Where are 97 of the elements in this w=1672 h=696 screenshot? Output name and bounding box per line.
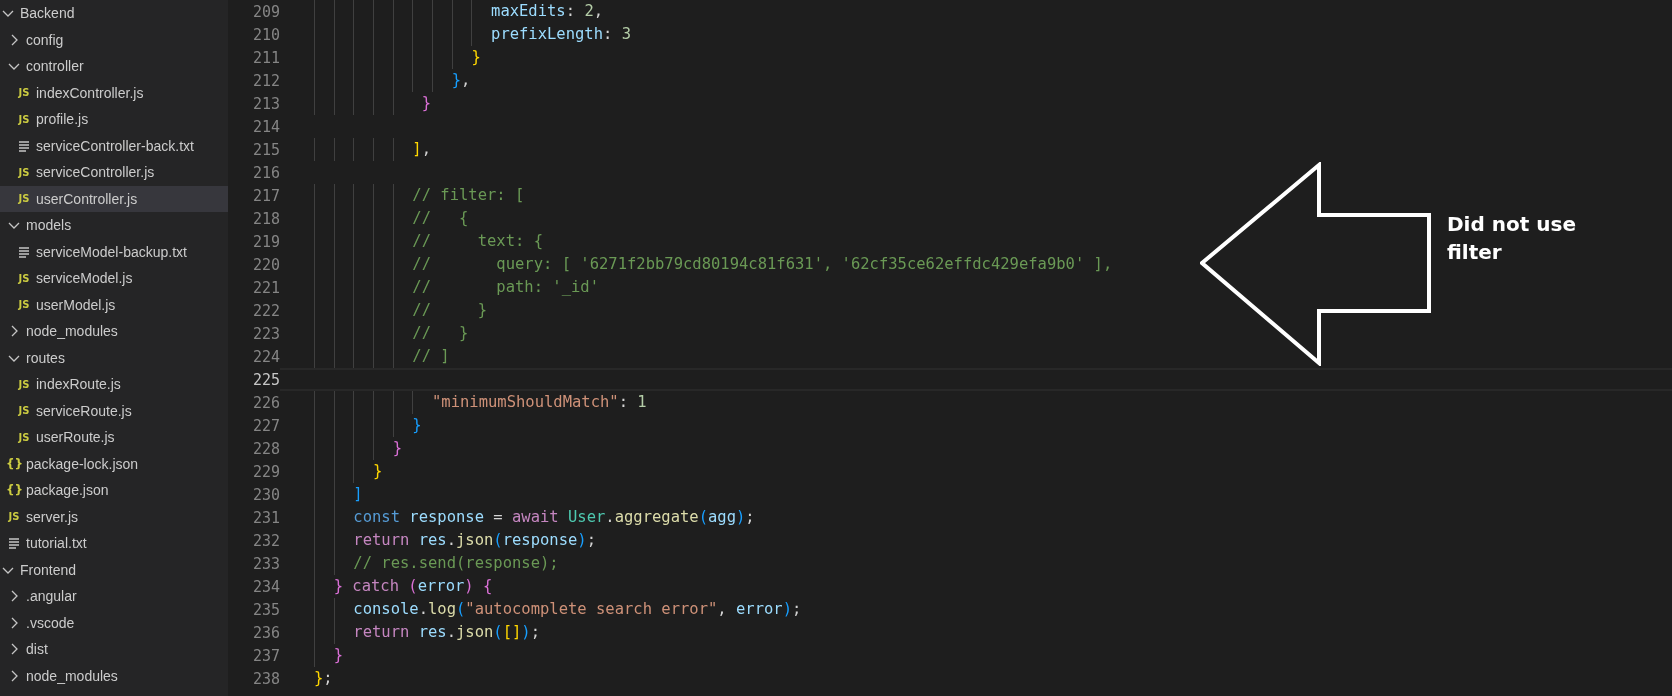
line-number: 213 [251,94,280,113]
line-number: 216 [251,163,280,182]
line-number: 217 [251,186,280,205]
code-line: prefixLength: 3 [491,24,632,45]
js-file-icon: JS [16,87,32,99]
code-line: "minimumShouldMatch": 1 [432,392,647,413]
line-number: 209 [251,2,280,21]
code-line: // res.send(response); [353,553,559,574]
line-number: 236 [251,623,280,642]
js-file-icon: JS [16,166,32,178]
code-line: return res.json([]); [353,622,541,643]
code-line: // ] [412,346,450,367]
js-file-icon: JS [16,193,32,205]
code-line: } [392,438,403,459]
line-number: 237 [251,646,280,665]
tree-item[interactable]: JS userModel.js [0,291,228,318]
code-line: } [333,645,343,666]
code-line: } [373,461,383,482]
line-number: 220 [251,255,280,274]
line-number: 229 [251,462,280,481]
json-file-icon: {} [6,483,22,498]
code-line: // text: { [412,231,543,252]
tree-item[interactable]: tutorial.txt [0,530,228,557]
code-line: // } [412,323,469,344]
code-line: // filter: [ [412,185,525,206]
tree-item[interactable]: JS userController.js [0,185,228,212]
line-number: 219 [251,232,280,251]
code-line: // { [412,208,469,229]
js-file-icon: JS [16,405,32,417]
line-number: 215 [251,140,280,159]
code-line: ] [353,484,363,505]
js-file-icon: JS [16,272,32,284]
line-number: 214 [251,117,280,136]
tree-item[interactable]: JS serviceModel.js [0,265,228,292]
annotation-text: Did not use filter [1447,211,1577,266]
code-line: console.log("autocomplete search error", error); [353,599,802,620]
line-number: 212 [251,71,280,90]
tree-item[interactable]: .vscode [0,609,228,636]
line-number: 223 [251,324,280,343]
tree-item[interactable]: JS userRoute.js [0,424,228,451]
tree-item[interactable]: Frontend [0,556,228,583]
tree-item[interactable]: JS serviceController.js [0,159,228,186]
line-number: 231 [251,508,280,527]
json-file-icon: {} [6,456,22,471]
tree-item[interactable]: .angular [0,583,228,610]
js-file-icon: JS [16,299,32,311]
line-number: 221 [251,278,280,297]
tree-item[interactable]: Backend [0,0,228,27]
line-number: 226 [251,393,280,412]
code-line: maxEdits: 2, [491,1,604,22]
tree-item[interactable]: JS server.js [0,503,228,530]
line-number: 228 [251,439,280,458]
tree-item[interactable]: dist [0,636,228,663]
code-line: }; [314,668,333,689]
line-number: 225 [251,370,280,389]
tree-item[interactable]: controller [0,53,228,80]
line-number: 235 [251,600,280,619]
tree-item[interactable]: {} package-lock.json [0,450,228,477]
code-line: // query: [ '6271f2bb79cd80194c81f631', '62cf35ce62effdc429efa9b0' ], [412,254,1113,275]
line-number: 232 [251,531,280,550]
js-file-icon: JS [16,431,32,443]
tree-item[interactable]: serviceModel-backup.txt [0,238,228,265]
line-number: 211 [251,48,280,67]
text-file-icon [6,535,22,552]
line-number: 230 [251,485,280,504]
code-line: return res.json(response); [353,530,597,551]
code-line: } catch (error) { [333,576,493,597]
line-number: 222 [251,301,280,320]
tree-item[interactable]: config [0,26,228,53]
code-line: } [421,93,432,114]
tree-item[interactable]: JS serviceRoute.js [0,397,228,424]
code-line: } [412,415,422,436]
tree-item[interactable]: JS indexController.js [0,79,228,106]
line-number: 238 [251,669,280,688]
code-line: ], [412,139,432,160]
code-line: const response = await User.aggregate(agg); [353,507,755,528]
line-number: 210 [251,25,280,44]
tree-item[interactable]: models [0,212,228,239]
line-number: 234 [251,577,280,596]
tree-item[interactable]: node_modules [0,318,228,345]
tree-item[interactable]: JS indexRoute.js [0,371,228,398]
tree-item[interactable]: {} package.json [0,477,228,504]
line-number: 233 [251,554,280,573]
code-line: // } [412,300,487,321]
code-line: }, [451,70,471,91]
tree-item[interactable]: node_modules [0,662,228,689]
line-number: 227 [251,416,280,435]
line-number: 224 [251,347,280,366]
tree-item[interactable]: serviceController-back.txt [0,132,228,159]
code-line: // path: '_id' [412,277,599,298]
js-file-icon: JS [16,113,32,125]
tree-item[interactable]: JS profile.js [0,106,228,133]
tree-item[interactable]: routes [0,344,228,371]
js-file-icon: JS [16,378,32,390]
js-file-icon: JS [6,511,22,523]
code-line: } [471,47,481,68]
line-number: 218 [251,209,280,228]
